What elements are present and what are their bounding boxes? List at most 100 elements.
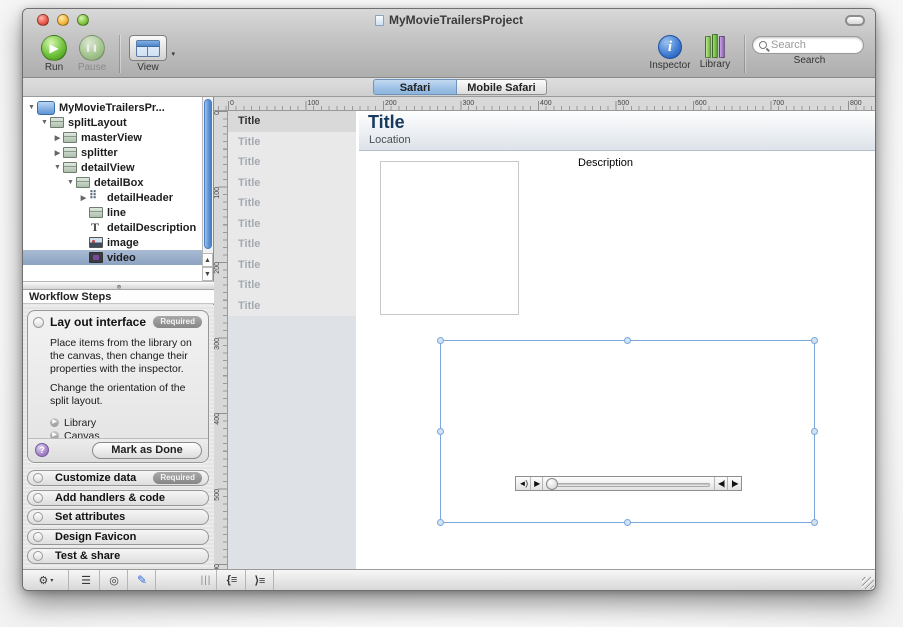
tree-item-splitlayout[interactable]: ▼splitLayout xyxy=(23,115,203,130)
resize-handle[interactable] xyxy=(811,519,818,526)
tree-item-mymovietrailerspr[interactable]: ▼MyMovieTrailersPr... xyxy=(23,100,203,115)
scroll-down-button[interactable]: ▼ xyxy=(202,267,213,281)
resize-handle[interactable] xyxy=(437,428,444,435)
list-row[interactable]: Title xyxy=(228,193,356,214)
tree-item-masterview[interactable]: ▶masterView xyxy=(23,130,203,145)
resize-handle[interactable] xyxy=(811,337,818,344)
pause-button[interactable]: ❚❚ Pause xyxy=(75,35,109,73)
edit-button[interactable]: ✎ xyxy=(129,570,155,590)
scroll-up-button[interactable]: ▲ xyxy=(202,253,213,267)
collapsed-steps: Customize dataRequired Add handlers & cod… xyxy=(23,470,214,568)
disclosure-closed-icon[interactable]: ▶ xyxy=(78,194,89,202)
step-checkbox[interactable] xyxy=(33,532,43,542)
list-row[interactable]: Title xyxy=(228,275,356,296)
disclosure-open-icon[interactable]: ▼ xyxy=(52,164,63,171)
tab-safari[interactable]: Safari xyxy=(373,79,457,95)
source-list-button[interactable]: {≡ xyxy=(219,570,245,590)
volume-icon[interactable]: ◄) xyxy=(516,477,532,490)
step-checkbox[interactable] xyxy=(33,512,43,522)
view-button[interactable]: ▾ View xyxy=(125,35,171,73)
step-checkbox[interactable] xyxy=(33,317,44,328)
disclosure-open-icon[interactable]: ▼ xyxy=(39,119,50,126)
drag-handle[interactable]: ||| xyxy=(196,570,216,590)
chevron-down-icon: ▾ xyxy=(50,577,53,584)
mark-as-done-button[interactable]: Mark as Done xyxy=(92,442,202,459)
tree-item-video[interactable]: video xyxy=(23,250,203,265)
help-button[interactable]: ? xyxy=(35,443,49,457)
workflow-step-test-share[interactable]: Test & share xyxy=(27,548,209,564)
library-button[interactable]: Library xyxy=(695,34,735,70)
detail-view[interactable]: Title Location Description xyxy=(359,111,875,569)
library-label: Library xyxy=(695,59,735,70)
list-row[interactable]: Title xyxy=(228,152,356,173)
list-row[interactable]: Title xyxy=(228,234,356,255)
scrubber-knob[interactable] xyxy=(546,478,558,490)
tree-item-detaildescription[interactable]: detailDescription xyxy=(23,220,203,235)
stop-button[interactable]: ◎ xyxy=(101,570,127,590)
tree-item-label: detailBox xyxy=(94,177,144,189)
gear-menu-button[interactable]: ⚙ ▾ xyxy=(31,570,61,590)
resize-handle[interactable] xyxy=(437,337,444,344)
library-icon xyxy=(703,34,727,58)
workflow-step-set-attributes[interactable]: Set attributes xyxy=(27,509,209,525)
workflow-step-design-favicon[interactable]: Design Favicon xyxy=(27,529,209,545)
tab-mobile-safari[interactable]: Mobile Safari xyxy=(457,79,547,95)
tab-strip: Safari Mobile Safari xyxy=(23,78,875,97)
run-button[interactable]: ▶ Run xyxy=(39,35,69,73)
source-code-button[interactable]: ⟩≡ xyxy=(247,570,273,590)
toolbar-toggle-button[interactable] xyxy=(845,15,865,26)
ruler-label: 300 xyxy=(463,100,475,107)
video-controller[interactable]: ◄) ▶ ◀| |▶ xyxy=(515,476,742,491)
scrollbar-thumb[interactable] xyxy=(204,99,212,249)
step-checkbox[interactable] xyxy=(33,473,43,483)
video-scrubber[interactable] xyxy=(543,477,714,490)
workflow-step-customize-data[interactable]: Customize dataRequired xyxy=(27,470,209,486)
play-icon[interactable]: ▶ xyxy=(531,477,543,490)
tree-item-detailheader[interactable]: ▶detailHeader xyxy=(23,190,203,205)
video-element-selected[interactable]: ◄) ▶ ◀| |▶ xyxy=(440,340,815,523)
step-title: Design Favicon xyxy=(55,531,202,543)
resize-handle[interactable] xyxy=(811,428,818,435)
list-row[interactable]: Title xyxy=(228,173,356,194)
disclosure-closed-icon[interactable]: ▶ xyxy=(52,149,63,157)
search-field[interactable] xyxy=(752,36,864,54)
tree-item-label: detailView xyxy=(81,162,135,174)
master-list-view[interactable]: TitleTitleTitleTitleTitleTitleTitleTitle… xyxy=(228,111,356,569)
list-row[interactable]: Title xyxy=(228,255,356,276)
disclosure-open-icon[interactable]: ▼ xyxy=(26,104,37,111)
workflow-step-add-handlers-code[interactable]: Add handlers & code xyxy=(27,490,209,506)
step-forward-icon[interactable]: |▶ xyxy=(727,477,740,490)
tree-item-detailview[interactable]: ▼ detailView xyxy=(23,160,203,175)
resize-handle[interactable] xyxy=(624,519,631,526)
step-checkbox[interactable] xyxy=(33,551,43,561)
disclosure-closed-icon[interactable]: ▶ xyxy=(52,134,63,142)
resize-handle[interactable] xyxy=(437,519,444,526)
detail-title: Title xyxy=(368,112,405,133)
list-row[interactable]: Title xyxy=(228,296,356,317)
canvas-content: TitleTitleTitleTitleTitleTitleTitleTitle… xyxy=(228,111,875,569)
disclosure-open-icon[interactable]: ▼ xyxy=(65,179,76,186)
image-placeholder[interactable] xyxy=(380,161,519,315)
step-checkbox[interactable] xyxy=(33,493,43,503)
sidebar-splitter[interactable] xyxy=(23,281,214,290)
tree-item-image[interactable]: image xyxy=(23,235,203,250)
detail-description[interactable]: Description xyxy=(578,157,633,169)
tree-item-line[interactable]: line xyxy=(23,205,203,220)
resize-grip[interactable] xyxy=(862,577,874,589)
list-row[interactable]: Title xyxy=(228,214,356,235)
list-row[interactable]: Title xyxy=(228,111,356,132)
inspector-button[interactable]: i Inspector xyxy=(647,35,693,71)
ruler-label: 500 xyxy=(214,489,221,509)
titlebar[interactable]: MyMovieTrailersProject xyxy=(23,9,875,31)
step-link-library[interactable]: ▶Library xyxy=(50,416,198,429)
list-row[interactable]: Title xyxy=(228,132,356,153)
resize-handle[interactable] xyxy=(624,337,631,344)
tree-item-splitter[interactable]: ▶splitter xyxy=(23,145,203,160)
detail-header[interactable]: Title Location xyxy=(359,111,875,151)
step-back-icon[interactable]: ◀| xyxy=(714,477,727,490)
search-input[interactable] xyxy=(771,39,851,51)
list-view-button[interactable]: ☰ xyxy=(73,570,99,590)
tree-item-detailbox[interactable]: ▼ detailBox xyxy=(23,175,203,190)
window-title: MyMovieTrailersProject xyxy=(23,13,875,27)
box-icon xyxy=(50,117,64,128)
